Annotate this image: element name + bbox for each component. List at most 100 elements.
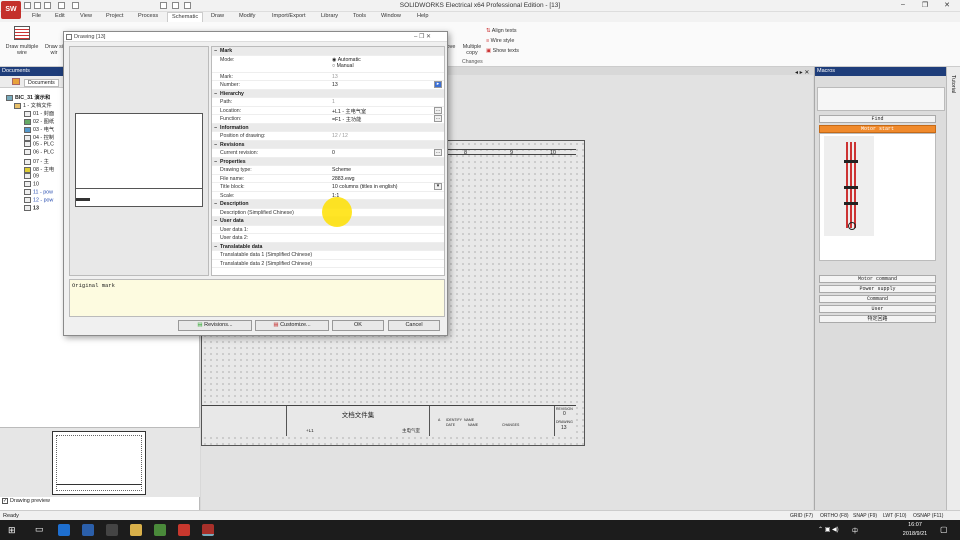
collapse-icon[interactable]: − bbox=[214, 142, 217, 148]
notifications-icon[interactable]: ▢ bbox=[940, 525, 948, 534]
property-row[interactable]: User data 2: bbox=[212, 234, 444, 243]
collapse-icon[interactable]: − bbox=[214, 125, 217, 131]
menu-project[interactable]: Project bbox=[106, 13, 123, 19]
macro-group-motor-command[interactable]: Motor command bbox=[819, 275, 936, 283]
minimize-button[interactable]: – bbox=[896, 1, 910, 11]
property-value[interactable]: 13 bbox=[332, 82, 338, 88]
snap-toggle[interactable]: SNAP (F9) bbox=[853, 513, 877, 519]
multiple-copy-button[interactable]: Multiple copy bbox=[458, 44, 486, 56]
collapse-icon[interactable]: − bbox=[214, 48, 217, 54]
collapse-icon[interactable]: − bbox=[214, 201, 217, 207]
property-value[interactable]: =F1 - 主功能 bbox=[332, 116, 361, 123]
align-texts-button[interactable]: ⇅ Align texts bbox=[486, 28, 517, 34]
property-row[interactable]: User data 1: bbox=[212, 226, 444, 234]
clock-date[interactable]: 2018/9/21 bbox=[896, 531, 934, 537]
tutorial-side-tab[interactable]: Tutorial bbox=[946, 67, 960, 510]
tree-item[interactable]: 02 - 图纸 bbox=[24, 117, 54, 125]
drawing-preview-checkbox[interactable]: ✓ Drawing preview bbox=[2, 498, 50, 504]
collapse-icon[interactable]: − bbox=[214, 218, 217, 224]
task-view-icon[interactable]: ▭ bbox=[35, 524, 44, 535]
property-category[interactable]: Translatable data − bbox=[212, 242, 444, 251]
menu-window[interactable]: Window bbox=[381, 13, 401, 19]
menu-modify[interactable]: Modify bbox=[239, 13, 255, 19]
app-icon[interactable] bbox=[178, 524, 190, 536]
tree-item[interactable]: 07 - 主 bbox=[24, 157, 49, 165]
property-row[interactable]: Mode: ◉ Automatic ○ Manual bbox=[212, 56, 444, 73]
property-row[interactable]: Function: =F1 - 主功能… bbox=[212, 115, 444, 124]
menu-import-export[interactable]: Import/Export bbox=[272, 13, 306, 19]
property-value[interactable]: 0 bbox=[332, 150, 335, 156]
windows-start-icon[interactable]: ⊞ bbox=[8, 525, 16, 536]
menu-edit[interactable]: Edit bbox=[55, 13, 65, 19]
property-category[interactable]: Mark − bbox=[212, 47, 444, 56]
tree-item[interactable]: 04 - 控制 bbox=[24, 133, 54, 141]
show-texts-button[interactable]: ▣ Show texts bbox=[486, 48, 519, 54]
documents-tab[interactable]: Documents bbox=[24, 79, 59, 87]
comment-field[interactable]: Original mark bbox=[69, 279, 445, 317]
find-button[interactable]: Find bbox=[819, 115, 936, 123]
osnap-toggle[interactable]: OSNAP (F11) bbox=[913, 513, 943, 519]
tree-item[interactable]: 01 - 封面 bbox=[24, 109, 54, 117]
menu-library[interactable]: Library bbox=[321, 13, 338, 19]
macro-group-user[interactable]: User bbox=[819, 305, 936, 313]
browse-button[interactable]: … bbox=[434, 115, 442, 122]
tree-project[interactable]: BIC_31 演示和 bbox=[6, 93, 50, 101]
system-tray-icons[interactable]: ⌃ ▣ ◀) bbox=[818, 526, 839, 533]
collapse-icon[interactable]: − bbox=[214, 159, 217, 165]
macro-group-motor-start[interactable]: Motor start bbox=[819, 125, 936, 133]
property-row[interactable]: Translatable data 2 (Simplified Chinese) bbox=[212, 260, 444, 268]
tree-item[interactable]: 11 - pow bbox=[24, 189, 53, 195]
ok-button[interactable]: OK bbox=[332, 320, 384, 331]
tree-item-selected[interactable]: 13 bbox=[24, 205, 39, 211]
property-value[interactable]: 2883.ewg bbox=[332, 176, 355, 182]
property-row[interactable]: Translatable data 1 (Simplified Chinese) bbox=[212, 251, 444, 260]
macro-group-power-supply[interactable]: Power supply bbox=[819, 285, 936, 293]
macro-thumbnail[interactable] bbox=[824, 136, 874, 236]
cancel-button[interactable]: Cancel bbox=[388, 320, 440, 331]
outlook-icon[interactable] bbox=[82, 524, 94, 536]
property-value[interactable]: Scheme bbox=[332, 167, 351, 173]
app-icon[interactable] bbox=[154, 524, 166, 536]
close-button[interactable]: ✕ bbox=[940, 1, 954, 11]
canvas-nav-arrows[interactable]: ◂ ▸ ✕ bbox=[795, 69, 809, 76]
property-row[interactable]: File name: 2883.ewg bbox=[212, 175, 444, 183]
multiple-wire-icon[interactable] bbox=[14, 26, 30, 40]
menu-process[interactable]: Process bbox=[138, 13, 158, 19]
tree-item[interactable]: 03 - 电气 bbox=[24, 125, 54, 133]
menu-file[interactable]: File bbox=[32, 13, 41, 19]
draw-multiple-wire-button[interactable]: Draw multiple wire bbox=[2, 44, 42, 56]
property-row[interactable]: Mark: 13 bbox=[212, 73, 444, 81]
menu-help[interactable]: Help bbox=[417, 13, 429, 19]
customize-button[interactable]: ▦ Customize... bbox=[255, 320, 329, 331]
wire-style-button[interactable]: ≡ Wire style bbox=[486, 38, 514, 44]
revisions-button[interactable]: ▤ Revisions... bbox=[178, 320, 252, 331]
tree-item[interactable]: 08 - 主电 bbox=[24, 165, 54, 173]
ortho-toggle[interactable]: ORTHO (F8) bbox=[820, 513, 849, 519]
lwt-toggle[interactable]: LWT (F10) bbox=[883, 513, 906, 519]
property-category[interactable]: Revisions − bbox=[212, 140, 444, 149]
spin-icon[interactable]: ▸ bbox=[434, 81, 442, 88]
grid-toggle[interactable]: GRID (F7) bbox=[790, 513, 813, 519]
property-row[interactable]: Drawing type: Scheme bbox=[212, 166, 444, 175]
edge-browser-icon[interactable] bbox=[58, 524, 70, 536]
macro-group-special[interactable]: 特定回路 bbox=[819, 315, 936, 323]
restore-button[interactable]: ❐ bbox=[918, 1, 932, 11]
menu-schematic[interactable]: Schematic bbox=[167, 12, 204, 22]
mode-manual-radio[interactable]: ○ Manual bbox=[332, 63, 354, 69]
tree-item[interactable]: 12 - pow bbox=[24, 197, 53, 203]
tree-item[interactable]: 05 - PLC bbox=[24, 141, 54, 147]
property-category[interactable]: Properties − bbox=[212, 157, 444, 166]
browse-button[interactable]: … bbox=[434, 149, 442, 156]
menu-tools[interactable]: Tools bbox=[353, 13, 366, 19]
property-row[interactable]: Number: 13 ▸ bbox=[212, 81, 444, 90]
tree-item[interactable]: 09 bbox=[24, 173, 39, 179]
dropdown-icon[interactable]: ▾ bbox=[434, 183, 442, 190]
property-row[interactable]: Current revision: 0… bbox=[212, 149, 444, 158]
property-value[interactable]: +L1 - 主电气室 bbox=[332, 108, 366, 115]
property-row[interactable]: Path: 1 bbox=[212, 98, 444, 107]
dialog-window-controls[interactable]: – ❐ ✕ bbox=[414, 33, 431, 40]
property-category[interactable]: Information − bbox=[212, 123, 444, 132]
tree-item[interactable]: 1 - 文档文件 bbox=[14, 101, 52, 109]
property-row[interactable]: Title block: 10 columns (titles in englis… bbox=[212, 183, 444, 192]
menu-draw[interactable]: Draw bbox=[211, 13, 224, 19]
